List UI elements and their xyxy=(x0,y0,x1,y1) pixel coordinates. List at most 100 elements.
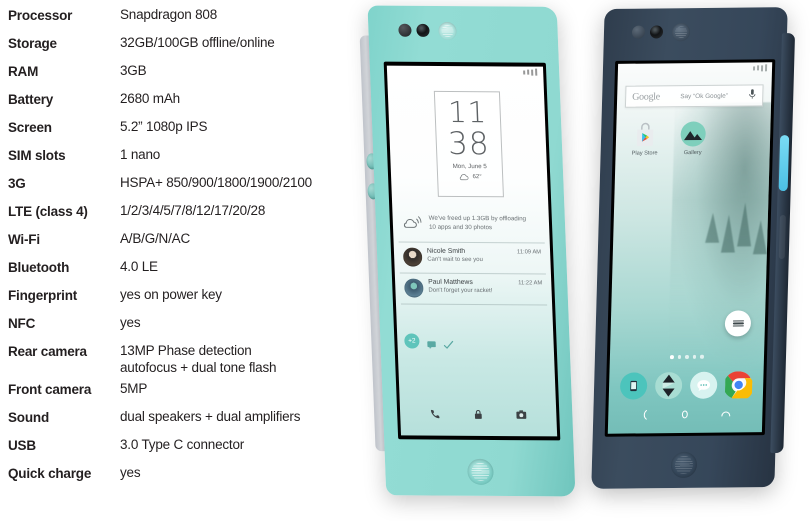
spec-label: USB xyxy=(8,438,36,453)
spec-value-line2: autofocus + dual tone flash xyxy=(120,360,277,375)
dock-messages-icon[interactable] xyxy=(689,371,718,399)
dock-chrome-icon[interactable] xyxy=(723,371,754,401)
tree-shape xyxy=(705,212,720,243)
dock-nextbit-icon[interactable] xyxy=(655,372,683,400)
camera-icon[interactable] xyxy=(515,408,528,426)
table-row: Fingerprint yes on power key xyxy=(8,286,370,314)
table-row: Front camera 5MP xyxy=(8,380,370,408)
signal-bar-icon xyxy=(752,65,756,70)
notification-system[interactable]: We've freed up 1.3GB by offloading 10 ap… xyxy=(397,208,545,244)
spec-value: 5.2” 1080p IPS xyxy=(120,119,208,134)
earpiece-speaker-icon xyxy=(438,21,457,41)
clock-widget: 11 38 Mon, June 5 62° xyxy=(433,90,504,198)
spec-label: Screen xyxy=(8,120,52,135)
notification-line-1: We've freed up 1.3GB by offloading xyxy=(428,214,527,223)
table-row: Storage 32GB/100GB offline/online xyxy=(8,34,370,62)
spec-label: RAM xyxy=(8,64,39,79)
signal-bar-icon xyxy=(531,69,534,76)
recents-icon[interactable] xyxy=(720,406,732,424)
page-dot[interactable] xyxy=(685,354,689,359)
app-label: Gallery xyxy=(683,149,702,157)
spec-value-line1: 13MP Phase detection xyxy=(120,343,252,358)
phone-mint-bottom-bezel xyxy=(384,447,575,496)
app-gallery[interactable]: Gallery xyxy=(676,121,711,156)
app-label: Play Store xyxy=(631,150,658,157)
notification-time: 11:09 AM xyxy=(516,249,542,256)
spec-value: yes xyxy=(120,465,141,480)
lock-icon[interactable] xyxy=(472,408,485,426)
message-icon[interactable] xyxy=(426,336,436,349)
weather-row: 62° xyxy=(438,173,502,181)
spec-value: HSPA+ 850/900/1800/1900/2100 xyxy=(120,175,312,190)
tree-shape xyxy=(737,202,753,247)
phone-navy-screen: Google Say “Ok Google” Play Store Galler… xyxy=(604,59,776,437)
microphone-icon[interactable] xyxy=(748,86,757,104)
lockscreen: 11 38 Mon, June 5 62° We've freed up 1.3… xyxy=(386,65,558,437)
status-bar xyxy=(752,64,768,72)
page-dot[interactable] xyxy=(692,354,697,359)
spec-label: Front camera xyxy=(8,382,92,397)
gallery-icon xyxy=(680,121,707,147)
dock-phone-icon[interactable] xyxy=(619,372,648,400)
spec-value: yes on power key xyxy=(120,287,222,302)
page-root: Processor Snapdragon 808 Storage 32GB/10… xyxy=(0,0,812,521)
notification-message[interactable]: Nicole Smith 11:09 AM Can't wait to see … xyxy=(398,242,546,275)
spec-value: 5MP xyxy=(120,381,148,396)
notification-sender: Nicole Smith xyxy=(426,247,466,255)
battery-icon xyxy=(535,68,538,76)
proximity-sensor-icon xyxy=(398,23,412,37)
spec-label: Rear camera xyxy=(8,344,87,359)
play-store-icon xyxy=(632,121,659,147)
spec-label: NFC xyxy=(8,316,36,331)
spec-label: Quick charge xyxy=(8,466,92,481)
spec-label: Fingerprint xyxy=(8,288,78,303)
signal-bar-icon xyxy=(523,70,526,75)
table-row: Sound dual speakers + dual amplifiers xyxy=(8,408,370,436)
page-dot[interactable] xyxy=(700,354,705,359)
back-icon[interactable] xyxy=(639,407,651,425)
notification-time: 11:22 AM xyxy=(518,280,543,287)
google-search-bar[interactable]: Google Say “Ok Google” xyxy=(624,84,764,108)
fingerprint-sensor-icon[interactable] xyxy=(670,451,697,479)
spec-value: yes xyxy=(120,315,141,330)
spec-value: Snapdragon 808 xyxy=(120,7,218,22)
product-photo: 11 38 Mon, June 5 62° We've freed up 1.3… xyxy=(359,0,812,521)
phone-icon[interactable] xyxy=(429,408,442,426)
notification-message[interactable]: Paul Matthews 11:22 AM Don't forget your… xyxy=(399,273,548,306)
table-row: USB 3.0 Type C connector xyxy=(8,436,370,464)
notification-quick-actions: +2 xyxy=(404,333,454,349)
front-camera-icon xyxy=(416,23,430,37)
proximity-sensor-icon xyxy=(631,25,646,39)
power-button[interactable] xyxy=(778,135,790,192)
avatar xyxy=(404,278,424,298)
table-row: LTE (class 4) 1/2/3/4/5/7/8/12/17/20/28 xyxy=(8,202,370,230)
notification-sender: Paul Matthews xyxy=(428,278,473,286)
spec-value: 13MP Phase detection autofocus + dual to… xyxy=(120,342,277,376)
app-play-store[interactable]: Play Store xyxy=(628,121,663,157)
spec-label: Storage xyxy=(8,36,57,51)
front-camera-icon xyxy=(649,25,664,39)
spec-value: 4.0 LE xyxy=(120,259,158,274)
spec-label: Wi-Fi xyxy=(8,232,40,247)
fingerprint-sensor-icon[interactable] xyxy=(466,458,494,485)
table-row: SIM slots 1 nano xyxy=(8,146,370,174)
notification-preview: Don't forget your racket! xyxy=(428,287,493,295)
more-notifications-badge[interactable]: +2 xyxy=(404,333,420,349)
phone-navy-top-bezel xyxy=(603,7,787,57)
spec-value: 2680 mAh xyxy=(120,91,180,106)
page-dot[interactable] xyxy=(677,355,682,359)
battery-icon xyxy=(764,64,768,72)
table-row: Wi-Fi A/B/G/N/AC xyxy=(8,230,370,258)
spec-label: Sound xyxy=(8,410,49,425)
spec-label: Processor xyxy=(8,8,73,23)
volume-button[interactable] xyxy=(778,215,786,260)
avatar xyxy=(402,247,423,267)
homescreen: Google Say “Ok Google” Play Store Galler… xyxy=(607,62,773,434)
home-icon[interactable] xyxy=(680,407,692,425)
page-dot-active[interactable] xyxy=(669,355,674,359)
notification-line-2: 10 apps and 30 photos xyxy=(428,223,493,232)
check-icon[interactable] xyxy=(443,336,454,349)
menu-icon xyxy=(732,319,744,328)
google-logo: Google xyxy=(632,90,661,103)
app-grid: Play Store Gallery xyxy=(628,121,711,157)
